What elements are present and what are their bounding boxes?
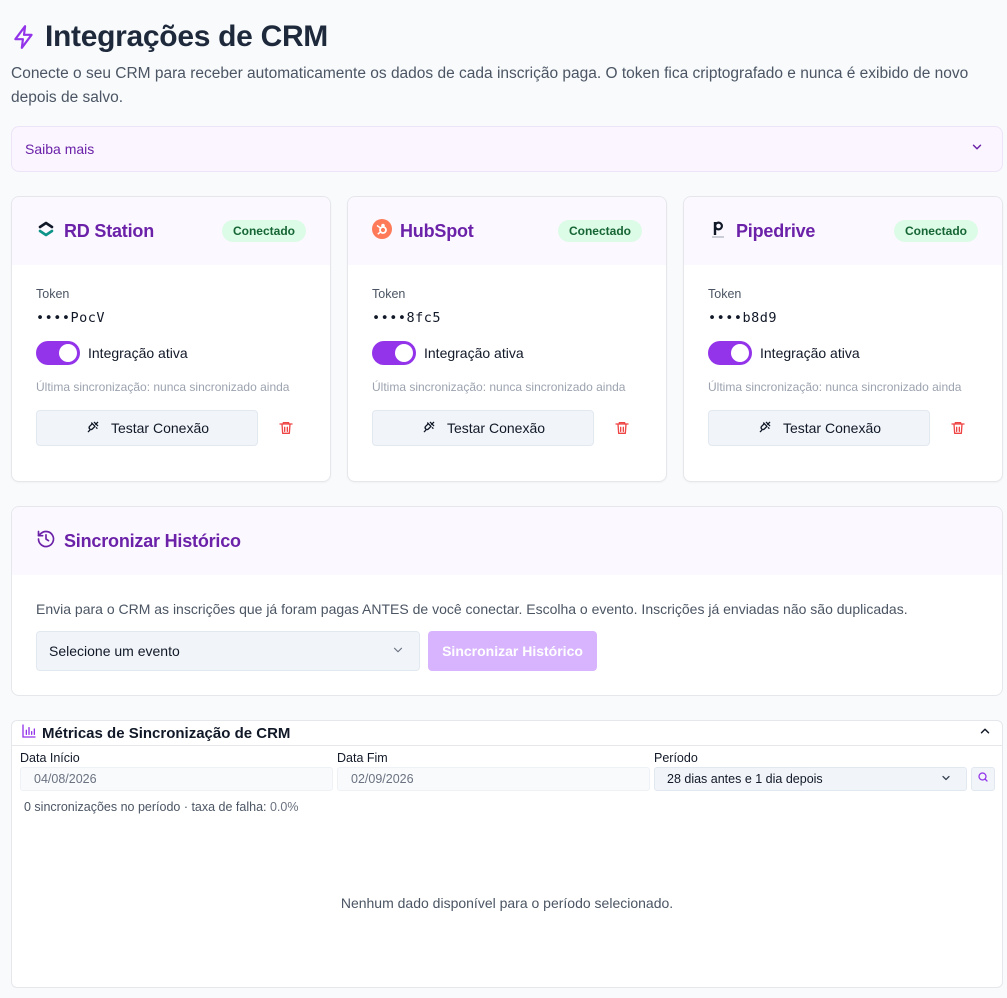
card-actions: Testar Conexão	[372, 410, 642, 446]
end-date-filter: Data Fim 02/09/2026	[337, 750, 650, 791]
toggle-label: Integração ativa	[88, 345, 188, 361]
integration-card-hubspot: HubSpot Conectado Token ••••8fc5 Integra…	[347, 196, 667, 482]
event-select-value: Selecione um evento	[49, 643, 180, 659]
test-connection-label: Testar Conexão	[782, 420, 882, 436]
chevron-down-icon	[391, 643, 405, 660]
start-date-label: Data Início	[20, 751, 80, 765]
summary-text: 0 sincronizações no período · taxa de fa…	[24, 800, 270, 814]
active-toggle[interactable]	[708, 341, 752, 365]
card-body: Token ••••8fc5 Integração ativa Última s…	[348, 265, 666, 446]
card-body: Token ••••PocV Integração ativa Última s…	[12, 265, 330, 446]
card-header: RD Station Conectado	[12, 197, 330, 265]
token-label: Token	[708, 287, 742, 301]
integration-card-rd-station: RD Station Conectado Token ••••PocV Inte…	[11, 196, 331, 482]
test-connection-label: Testar Conexão	[110, 420, 210, 436]
pipedrive-logo-icon	[708, 219, 728, 244]
last-sync-text: Última sincronização: nunca sincronizado…	[372, 380, 626, 394]
trash-icon[interactable]	[614, 420, 630, 436]
integration-name: Pipedrive	[736, 220, 816, 241]
search-button[interactable]	[971, 767, 995, 791]
metrics-summary: 0 sincronizações no período · taxa de fa…	[24, 800, 1002, 814]
card-header: Pipedrive Conectado	[684, 197, 1002, 265]
page-subtitle: Conecte o seu CRM para receber automatic…	[11, 65, 969, 106]
metrics-title-wrap: Métricas de Sincronização de CRM	[21, 723, 290, 744]
history-clock-icon	[36, 529, 56, 554]
integration-name: RD Station	[64, 220, 154, 241]
start-date-input[interactable]: 04/08/2026	[20, 767, 333, 791]
card-actions: Testar Conexão	[36, 410, 306, 446]
integration-cards: RD Station Conectado Token ••••PocV Inte…	[11, 196, 1003, 482]
metrics-filters: Data Início 04/08/2026 Data Fim 02/09/20…	[12, 746, 1002, 791]
trash-icon[interactable]	[950, 420, 966, 436]
empty-state-message: Nenhum dado disponível para o período se…	[340, 895, 674, 911]
sync-history-button[interactable]: Sincronizar Histórico	[428, 631, 597, 671]
brand: RD Station	[36, 219, 154, 244]
metrics-panel: Métricas de Sincronização de CRM Data In…	[11, 720, 1003, 988]
plug-icon	[757, 419, 773, 438]
active-toggle[interactable]	[36, 341, 80, 365]
trash-icon[interactable]	[278, 420, 294, 436]
test-connection-button[interactable]: Testar Conexão	[372, 410, 594, 446]
status-badge: Conectado	[221, 220, 306, 242]
event-select[interactable]: Selecione um evento	[36, 631, 420, 671]
history-sync-panel: Sincronizar Histórico Envia para o CRM a…	[11, 506, 1003, 696]
status-badge: Conectado	[893, 220, 978, 242]
active-toggle[interactable]	[372, 341, 416, 365]
chevron-up-icon[interactable]	[978, 724, 992, 743]
failure-rate: 0.0%	[269, 800, 299, 814]
plug-icon	[421, 419, 437, 438]
end-date-label: Data Fim	[337, 751, 388, 765]
plug-icon	[85, 419, 101, 438]
history-sync-header: Sincronizar Histórico	[12, 507, 1002, 575]
saiba-mais-label: Saiba mais	[25, 141, 95, 157]
last-sync-text: Última sincronização: nunca sincronizado…	[36, 380, 290, 394]
toggle-label: Integração ativa	[424, 345, 524, 361]
brand: HubSpot	[372, 218, 474, 244]
integration-card-pipedrive: Pipedrive Conectado Token ••••b8d9 Integ…	[683, 196, 1003, 482]
history-sync-controls: Selecione um evento Sincronizar Históric…	[36, 631, 1002, 671]
end-date-input[interactable]: 02/09/2026	[337, 767, 650, 791]
history-sync-description: Envia para o CRM as inscrições que já fo…	[36, 601, 908, 617]
start-date-filter: Data Início 04/08/2026	[20, 750, 333, 791]
period-filter: Período 28 dias antes e 1 dia depois	[654, 750, 967, 791]
chevron-down-icon	[940, 772, 952, 787]
chevron-down-icon	[970, 140, 984, 159]
metrics-header[interactable]: Métricas de Sincronização de CRM	[12, 721, 1002, 746]
title-row: Integrações de CRM	[11, 18, 1001, 56]
page-title: Integrações de CRM	[45, 20, 328, 53]
period-select[interactable]: 28 dias antes e 1 dia depois	[654, 767, 967, 791]
token-value: ••••PocV	[36, 310, 106, 326]
saiba-mais-accordion[interactable]: Saiba mais	[11, 126, 1003, 172]
period-select-value: 28 dias antes e 1 dia depois	[667, 772, 823, 786]
toggle-label: Integração ativa	[760, 345, 860, 361]
test-connection-button[interactable]: Testar Conexão	[708, 410, 930, 446]
metrics-title: Métricas de Sincronização de CRM	[42, 724, 291, 742]
brand: Pipedrive	[708, 219, 815, 244]
test-connection-button[interactable]: Testar Conexão	[36, 410, 258, 446]
card-header: HubSpot Conectado	[348, 197, 666, 265]
token-value: ••••8fc5	[372, 310, 442, 326]
active-toggle-row: Integração ativa	[36, 341, 306, 365]
page-header: Integrações de CRM Conecte o seu CRM par…	[11, 18, 1001, 110]
test-connection-label: Testar Conexão	[446, 420, 546, 436]
token-value: ••••b8d9	[708, 310, 778, 326]
integration-name: HubSpot	[400, 220, 474, 241]
last-sync-text: Última sincronização: nunca sincronizado…	[708, 380, 962, 394]
bar-chart-icon	[21, 723, 37, 744]
status-badge: Conectado	[557, 220, 642, 242]
active-toggle-row: Integração ativa	[708, 341, 978, 365]
active-toggle-row: Integração ativa	[372, 341, 642, 365]
history-sync-title: Sincronizar Histórico	[64, 530, 241, 551]
token-label: Token	[36, 287, 70, 301]
period-label: Período	[654, 751, 698, 765]
token-label: Token	[372, 287, 406, 301]
rd-station-logo-icon	[36, 219, 56, 244]
card-actions: Testar Conexão	[708, 410, 978, 446]
card-body: Token ••••b8d9 Integração ativa Última s…	[684, 265, 1002, 446]
lightning-bolt-icon	[11, 24, 37, 50]
search-icon	[977, 770, 989, 788]
hubspot-logo-icon	[372, 218, 392, 244]
